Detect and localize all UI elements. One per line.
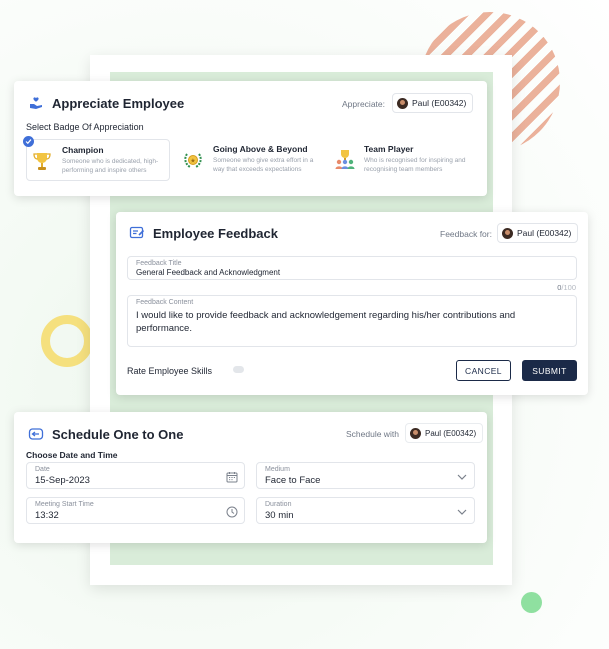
feedback-for-label: Feedback for: bbox=[440, 229, 492, 239]
badge-title-going-above-beyond: Going Above & Beyond bbox=[213, 144, 308, 154]
feedback-title-field[interactable]: Feedback Title General Feedback and Ackn… bbox=[127, 256, 577, 280]
medium-field-label: Medium bbox=[265, 466, 290, 473]
rate-skills-toggle[interactable] bbox=[233, 366, 244, 373]
feedback-employee-select[interactable]: Paul (E00342) bbox=[497, 223, 579, 243]
meeting-start-time-value: 13:32 bbox=[35, 510, 59, 521]
green-dot-decoration bbox=[521, 592, 542, 613]
feedback-content-field-value: I would like to provide feedback and ack… bbox=[136, 310, 516, 334]
schedule-icon bbox=[28, 426, 44, 442]
meeting-start-time-field[interactable]: Meeting Start Time 13:32 bbox=[26, 497, 245, 524]
badge-desc-going-above-beyond: Someone who give extra effort in a way t… bbox=[213, 157, 314, 173]
feedback-title-field-label: Feedback Title bbox=[136, 260, 182, 267]
svg-text:★: ★ bbox=[190, 157, 195, 164]
badge-option-team-player[interactable]: Team Player Who is recognised for inspir… bbox=[331, 139, 473, 181]
date-field-label: Date bbox=[35, 466, 50, 473]
laurel-medal-icon: ★ bbox=[182, 149, 204, 171]
selected-check-icon bbox=[23, 136, 34, 147]
badge-title-team-player: Team Player bbox=[364, 144, 414, 154]
calendar-icon[interactable] bbox=[226, 471, 238, 483]
employee-avatar bbox=[397, 97, 408, 109]
choose-date-time-label: Choose Date and Time bbox=[26, 450, 118, 460]
appreciate-employee-select[interactable]: Paul (E00342) bbox=[392, 93, 474, 113]
schedule-title: Schedule One to One bbox=[52, 427, 184, 442]
date-field[interactable]: Date 15-Sep-2023 bbox=[26, 462, 245, 489]
char-max: /100 bbox=[561, 283, 576, 292]
feedback-content-field-label: Feedback Content bbox=[136, 299, 194, 306]
team-trophy-icon bbox=[333, 148, 357, 172]
schedule-with-label: Schedule with bbox=[346, 429, 399, 439]
meeting-start-time-label: Meeting Start Time bbox=[35, 501, 94, 508]
schedule-employee-name: Paul (E00342) bbox=[425, 428, 477, 438]
badge-option-champion[interactable]: Champion Someone who is dedicated, high-… bbox=[23, 136, 170, 181]
feedback-title: Employee Feedback bbox=[153, 226, 278, 241]
schedule-employee-select[interactable]: Paul (E00342) bbox=[405, 423, 484, 443]
appreciate-hand-icon bbox=[28, 95, 44, 111]
duration-field-label: Duration bbox=[265, 501, 292, 508]
badge-option-going-above-beyond[interactable]: ★ Going Above & Beyond Someone who give … bbox=[178, 139, 320, 181]
select-badge-label: Select Badge Of Appreciation bbox=[26, 122, 144, 132]
appreciate-title: Appreciate Employee bbox=[52, 96, 185, 111]
employee-feedback-card: Employee Feedback Feedback for: Paul (E0… bbox=[116, 212, 588, 395]
schedule-one-to-one-card: Schedule One to One Schedule with Paul (… bbox=[14, 412, 487, 543]
employee-avatar bbox=[410, 427, 421, 439]
trophy-icon bbox=[31, 150, 53, 172]
clock-icon[interactable] bbox=[226, 506, 238, 518]
feedback-title-field-value: General Feedback and Acknowledgment bbox=[136, 268, 281, 277]
date-field-value: 15-Sep-2023 bbox=[35, 475, 90, 486]
appreciate-employee-card: Appreciate Employee Appreciate: Paul (E0… bbox=[14, 81, 487, 196]
chevron-down-icon[interactable] bbox=[457, 508, 467, 516]
badge-desc-champion: Someone who is dedicated, high-performin… bbox=[62, 158, 159, 174]
chevron-down-icon[interactable] bbox=[457, 473, 467, 481]
rate-skills-label: Rate Employee Skills bbox=[127, 366, 213, 376]
medium-field[interactable]: Medium Face to Face bbox=[256, 462, 475, 489]
appreciate-label: Appreciate: bbox=[342, 99, 385, 109]
feedback-icon bbox=[129, 225, 145, 241]
badge-title-champion: Champion bbox=[62, 145, 104, 155]
badge-desc-team-player: Who is recognised for inspiring and reco… bbox=[364, 157, 466, 173]
yellow-ring-decoration bbox=[41, 315, 93, 367]
char-counter: 0/100 bbox=[557, 283, 576, 292]
feedback-content-field[interactable]: Feedback Content I would like to provide… bbox=[127, 295, 577, 347]
employee-avatar bbox=[502, 227, 513, 239]
feedback-employee-name: Paul (E00342) bbox=[517, 228, 572, 238]
submit-button[interactable]: SUBMIT bbox=[522, 360, 577, 381]
medium-field-value: Face to Face bbox=[265, 475, 321, 486]
duration-field[interactable]: Duration 30 min bbox=[256, 497, 475, 524]
duration-field-value: 30 min bbox=[265, 510, 294, 521]
appreciate-employee-name: Paul (E00342) bbox=[412, 98, 467, 108]
cancel-button[interactable]: CANCEL bbox=[456, 360, 511, 381]
